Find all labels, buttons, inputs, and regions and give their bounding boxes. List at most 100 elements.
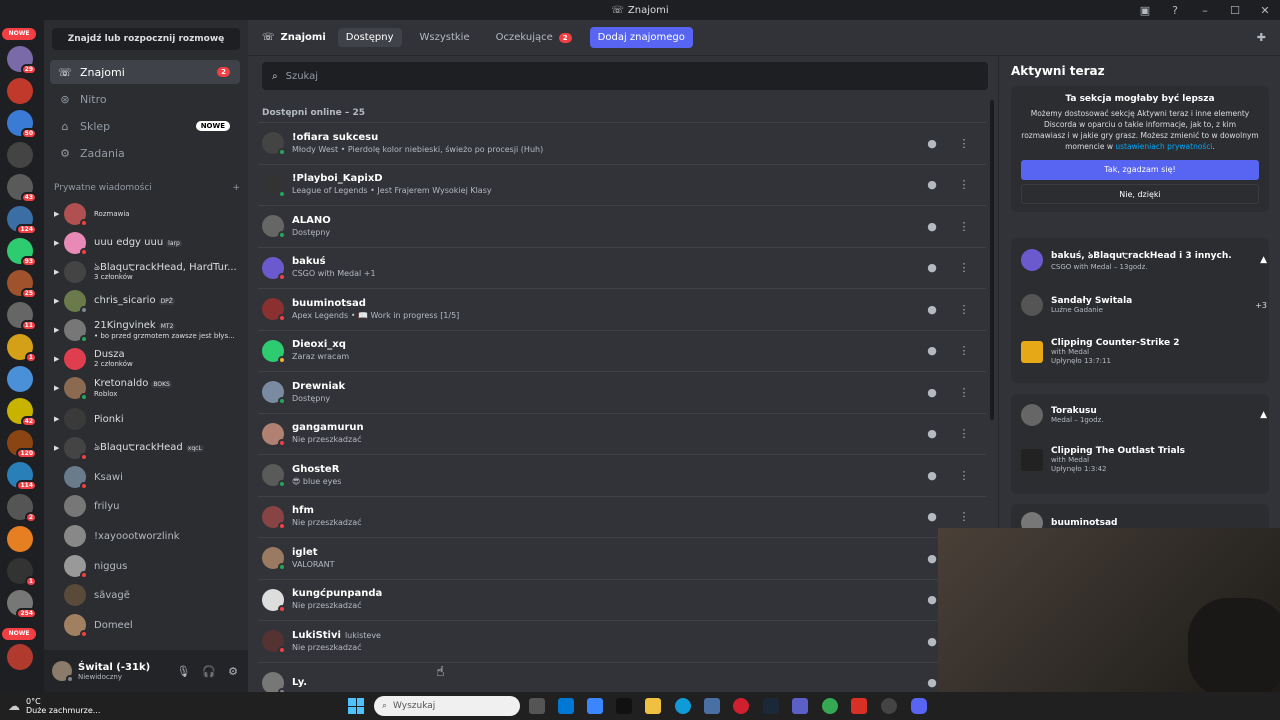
taskbar-search[interactable]: ⌕ Wyszukaj [374, 696, 520, 716]
app-icon[interactable] [851, 698, 867, 714]
friend-row[interactable]: !Playboi_KapixD League of Legends • Jest … [258, 163, 986, 205]
message-icon[interactable]: ● [924, 384, 940, 400]
message-icon[interactable]: ● [924, 177, 940, 193]
minimize-button[interactable]: – [1190, 4, 1220, 17]
server-icon[interactable]: 1 [7, 334, 37, 363]
server-icon[interactable] [7, 644, 33, 670]
friend-row[interactable]: igletVALORANT●⋮ [258, 537, 986, 578]
dm-item[interactable]: sãvagẽ [54, 581, 244, 609]
more-options-icon[interactable]: ⋮ [956, 177, 972, 193]
close-button[interactable]: ✕ [1250, 4, 1280, 17]
message-icon[interactable]: ● [924, 426, 940, 442]
server-icon[interactable]: 114 [7, 462, 37, 491]
new-group-dm-icon[interactable]: ✚ [1257, 31, 1266, 44]
inbox-icon[interactable]: ▣ [1130, 4, 1160, 17]
decline-button[interactable]: Nie, dzięki [1021, 184, 1259, 204]
agree-button[interactable]: Tak, zgadzam się! [1021, 160, 1259, 180]
dm-item[interactable]: ▶ chris_sicario DPŽ [54, 287, 244, 315]
server-icon[interactable]: 50 [7, 110, 37, 139]
tab-all[interactable]: Wszystkie [412, 28, 478, 47]
friend-row[interactable]: gangamurun Nie przeszkadzać ● ⋮ [258, 412, 986, 454]
dm-item[interactable]: ▶ Rozmawia [54, 200, 244, 228]
search-input[interactable]: ⌕ Szukaj [262, 62, 988, 90]
server-icon[interactable]: 2 [7, 494, 37, 523]
scrollbar[interactable] [990, 100, 994, 420]
activity-card[interactable]: Torakusu Medal – 1godz. ▲ Clipping The Ou… [1011, 394, 1269, 494]
message-icon[interactable]: ● [924, 301, 940, 317]
discord-icon[interactable] [911, 698, 927, 714]
server-icon[interactable]: 29 [7, 46, 37, 75]
dm-item[interactable]: Ksawi [54, 463, 244, 491]
more-options-icon[interactable]: ⋮ [956, 218, 972, 234]
dm-item[interactable]: niggus [54, 552, 244, 580]
nav-friends[interactable]: ☏ Znajomi 2 [50, 60, 240, 84]
more-options-icon[interactable]: ⋮ [956, 260, 972, 276]
help-icon[interactable]: ? [1160, 4, 1190, 17]
server-icon[interactable]: 124 [7, 206, 37, 235]
store-icon[interactable] [587, 698, 603, 714]
dm-item[interactable]: frilyu [54, 492, 244, 520]
task-view-icon[interactable] [529, 698, 545, 714]
message-icon[interactable]: ● [924, 467, 940, 483]
more-options-icon[interactable]: ⋮ [956, 135, 972, 151]
server-icon[interactable]: 254 [7, 590, 37, 619]
server-icon[interactable]: 43 [7, 174, 37, 203]
folder-icon[interactable] [645, 698, 661, 714]
server-icon[interactable]: 93 [7, 238, 37, 267]
server-icon[interactable]: 11 [7, 302, 37, 331]
dm-item[interactable]: ▶ 21Kingvinek MT2 • bo przed grzmotem zawsz… [54, 316, 244, 344]
server-icon[interactable]: 25 [7, 270, 37, 299]
tiktok-icon[interactable] [616, 698, 632, 714]
privacy-settings-link[interactable]: ustawieniach prywatności [1115, 142, 1212, 151]
headphones-icon[interactable]: 🎧 [202, 665, 216, 678]
server-icon[interactable]: 42 [7, 398, 37, 427]
server-icon[interactable] [7, 142, 33, 168]
server-icon[interactable]: 120 [7, 430, 37, 459]
dm-item[interactable]: !xayoootworzlink [54, 522, 244, 550]
weather-widget[interactable]: ☁ 0°C Duże zachmurze... [8, 697, 100, 715]
server-icon[interactable] [7, 366, 33, 392]
maximize-button[interactable]: ☐ [1220, 4, 1250, 17]
server-icon[interactable]: 1 [7, 558, 37, 587]
dm-item[interactable]: ▶ ঌBlaqu੮rackHead, HardTur... 3 członków [54, 258, 244, 286]
friend-row[interactable]: GhosteR 😎 blue eyes ● ⋮ [258, 454, 986, 495]
more-options-icon[interactable]: ⋮ [956, 467, 972, 483]
friend-row[interactable]: Drewniak Dostępny ● ⋮ [258, 371, 986, 412]
find-conversation-button[interactable]: Znajdź lub rozpocznij rozmowę [52, 28, 240, 50]
nav-quests[interactable]: ⚙ Zadania [50, 141, 240, 165]
friend-row[interactable]: !ofiara sukcesu Młody West • Pierdolę kol… [258, 122, 986, 163]
nav-nitro[interactable]: ⊛ Nitro [50, 87, 240, 111]
dm-item[interactable]: ▶ Dusza 2 członków [54, 345, 244, 373]
dm-item[interactable]: Domeel [54, 611, 244, 639]
message-icon[interactable]: ● [924, 135, 940, 151]
microphone-icon[interactable]: 🎙 [176, 665, 190, 678]
server-icon[interactable] [7, 78, 33, 104]
more-options-icon[interactable]: ⋮ [956, 509, 972, 525]
nav-shop[interactable]: ⌂ Sklep NOWE [50, 114, 240, 138]
opera-icon[interactable] [733, 698, 749, 714]
dm-item[interactable]: ▶ ঌBlaqu੮rackHead xqcL [54, 434, 244, 462]
server-icon[interactable] [7, 526, 33, 552]
chrome-icon[interactable] [822, 698, 838, 714]
friend-row[interactable]: hfm Nie przeszkadzać ● ⋮ [258, 495, 986, 537]
message-icon[interactable]: ● [924, 509, 940, 525]
friend-row[interactable]: LukiStivilukisteveNie przeszkadzać●⋮ [258, 620, 986, 661]
add-friend-button[interactable]: Dodaj znajomego [589, 27, 693, 48]
dm-item[interactable]: ▶ uuu edgy uuu larp [54, 229, 244, 257]
friend-row[interactable]: buuminotsad Apex Legends • 📖 Work in prog… [258, 288, 986, 329]
message-icon[interactable]: ● [924, 218, 940, 234]
tab-online[interactable]: Dostępny [337, 28, 402, 47]
edge-icon[interactable] [675, 698, 691, 714]
settings-icon[interactable]: ⚙ [228, 665, 238, 678]
app-icon[interactable] [704, 698, 720, 714]
more-options-icon[interactable]: ⋮ [956, 343, 972, 359]
friend-row[interactable]: Dieoxi_xq Zaraz wracam ● ⋮ [258, 329, 986, 371]
message-icon[interactable]: ● [924, 343, 940, 359]
message-icon[interactable]: ● [924, 260, 940, 276]
add-dm-icon[interactable]: + [232, 183, 240, 193]
friend-row[interactable]: kungćpunpandaNie przeszkadzać●⋮ [258, 578, 986, 620]
more-options-icon[interactable]: ⋮ [956, 384, 972, 400]
dm-item[interactable]: ▶ Kretonaldo BOKS Roblox [54, 374, 244, 402]
activity-card[interactable]: bakuś, ঌBlaqu੮rackHead i 3 innych... CSGO… [1011, 238, 1269, 383]
more-options-icon[interactable]: ⋮ [956, 426, 972, 442]
